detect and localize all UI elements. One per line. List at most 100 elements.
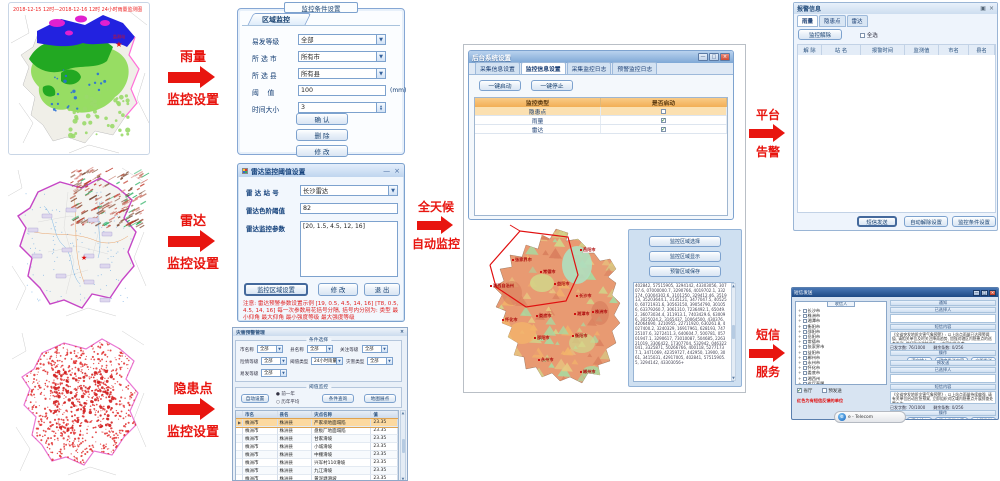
threshold-input[interactable]: 100 xyxy=(298,85,386,96)
start-checkbox-icon[interactable] xyxy=(661,118,666,123)
pre-send-box-icon[interactable] xyxy=(822,388,827,393)
backend-table-row[interactable]: 雷达 xyxy=(475,125,727,134)
minimize-icon[interactable]: — xyxy=(698,53,708,61)
modify-button[interactable]: 修 改 xyxy=(318,283,358,296)
county-select[interactable]: 所有县▼ xyxy=(298,68,386,79)
province-office-checkbox[interactable]: 省厅 xyxy=(797,389,812,394)
expand-icon[interactable]: + xyxy=(798,318,802,323)
selected-people-box[interactable] xyxy=(890,314,996,323)
hazard-table-row[interactable]: 株洲市株洲县盘板厂地面塌陷23.35 xyxy=(236,427,398,435)
start-checkbox-icon[interactable] xyxy=(661,109,666,114)
backend-table-row[interactable]: 雨量 xyxy=(475,116,727,125)
susceptibility-select[interactable]: 全部▼ xyxy=(261,369,287,377)
modify-button[interactable]: 修 改 xyxy=(296,145,348,157)
level-select[interactable]: 全部▼ xyxy=(298,34,386,45)
tab-collect-log[interactable]: 采集监控日志 xyxy=(567,62,612,74)
recipient-checkbox-icon[interactable] xyxy=(803,335,807,339)
recipient-checkbox-icon[interactable] xyxy=(803,319,807,323)
hazard-table-row[interactable]: ▶株洲市株洲县严家坝地面塌陷23.35 xyxy=(236,419,398,427)
radar-station-select[interactable]: 长沙雷达▼ xyxy=(300,185,398,196)
query-button[interactable]: 条件查询 xyxy=(322,394,354,403)
select-all-box-icon[interactable] xyxy=(860,33,865,38)
release-monitor-button[interactable]: 监控解除 xyxy=(798,29,842,40)
minimize-icon[interactable]: — xyxy=(973,290,980,296)
city-filter-select[interactable]: 全部▼ xyxy=(257,345,283,353)
radar-params-textarea[interactable]: [20, 1.5, 4.5, 12, 16] xyxy=(300,221,398,277)
tab-monitor-settings[interactable]: 监控信息设置 xyxy=(521,62,566,74)
tab-radar[interactable]: 雷达 xyxy=(847,15,868,27)
warning-region-save-button[interactable]: 预警区域保存 xyxy=(649,266,721,277)
confirm-content-button[interactable]: 确定发送内容 xyxy=(935,417,968,420)
tab-hazard-point[interactable]: 隐患点 xyxy=(819,15,846,27)
monitor-region-show-button[interactable]: 监控区域显示 xyxy=(649,251,721,262)
spinner-arrows-icon[interactable]: ▲▼ xyxy=(376,103,385,112)
expand-icon[interactable]: + xyxy=(798,324,802,329)
tab-collect-settings[interactable]: 采集信息设置 xyxy=(475,62,520,74)
recipient-checkbox-icon[interactable] xyxy=(803,309,807,313)
expand-icon[interactable]: + xyxy=(798,350,802,355)
exit-button[interactable]: 退 出 xyxy=(364,283,400,296)
recipient-tree-item[interactable]: +省厅直属 xyxy=(798,381,884,385)
hazard-table-row[interactable]: 株洲市株洲县黄泥塘滑坡23.35 xyxy=(236,475,398,481)
expand-icon[interactable]: + xyxy=(798,376,802,381)
select-all-checkbox[interactable]: 全选 xyxy=(860,31,878,39)
taskbar-item[interactable]: e e - Telecom xyxy=(834,411,906,423)
pre-send-checkbox[interactable]: 预发送 xyxy=(822,389,842,394)
monitor-region-settings-button[interactable]: 监控区域设置 xyxy=(244,283,308,296)
expand-icon[interactable]: + xyxy=(798,381,802,385)
hazard-table-row[interactable]: 株洲市株洲县甘家滑坡23.35 xyxy=(236,435,398,443)
color-threshold-input[interactable]: 82 xyxy=(300,203,398,214)
tab-warning-log[interactable]: 预警监控日志 xyxy=(612,62,657,74)
radio-last-year[interactable]: ● 前一年 xyxy=(276,391,295,397)
recipient-checkbox-icon[interactable] xyxy=(803,340,807,344)
hazard-table-row[interactable]: 株洲市株洲县中棚滑坡23.35 xyxy=(236,451,398,459)
scroll-down-icon[interactable]: ▼ xyxy=(402,477,405,481)
pin-icon[interactable]: ▣ xyxy=(980,5,986,12)
hazard-table-row[interactable]: 株洲市株洲县兴军村110滑坡23.35 xyxy=(236,459,398,467)
clear-input-button[interactable]: 清空输入 xyxy=(907,417,932,420)
dropdown-arrow-icon[interactable]: ▼ xyxy=(376,52,385,61)
expand-icon[interactable]: + xyxy=(798,370,802,375)
close-icon[interactable]: × xyxy=(400,330,404,335)
close-icon[interactable]: × xyxy=(720,53,730,61)
selected-people-box[interactable] xyxy=(890,374,996,383)
recipient-checkbox-icon[interactable] xyxy=(803,377,807,381)
auto-release-settings-button[interactable]: 自动解除设置 xyxy=(904,216,948,227)
send-now-button[interactable]: 立即发送 xyxy=(971,417,996,420)
recipient-checkbox-icon[interactable] xyxy=(803,325,807,329)
stop-all-button[interactable]: 一键停止 xyxy=(531,80,573,91)
coord-scrollbar[interactable]: ▲▼ xyxy=(731,283,736,381)
county-filter-select[interactable]: 全部▼ xyxy=(307,345,333,353)
disaster-type-select[interactable]: 全部▼ xyxy=(367,357,393,365)
tab-rain[interactable]: 雨量 xyxy=(797,15,818,27)
scroll-up-icon[interactable]: ▲ xyxy=(732,284,735,288)
close-icon[interactable]: × xyxy=(394,167,400,175)
monitor-region-select-button[interactable]: 监控区域选择 xyxy=(649,236,721,247)
recipient-checkbox-icon[interactable] xyxy=(803,351,807,355)
threshold-type-select[interactable]: 24小时雨量▼ xyxy=(311,357,343,365)
scroll-down-icon[interactable]: ▼ xyxy=(732,376,735,380)
recipient-checkbox-icon[interactable] xyxy=(803,371,807,375)
province-office-box-icon[interactable] xyxy=(797,388,802,393)
map-plot-button[interactable]: 地图展点 xyxy=(364,394,396,403)
start-all-button[interactable]: 一键启动 xyxy=(479,80,521,91)
sms-message-textarea[interactable]: 《全省突发地质灾害气象预警》: 以上站点雨量持续偏强, 请有关单位启动应急预案,… xyxy=(890,391,996,404)
recipient-checkbox-icon[interactable] xyxy=(803,345,807,349)
scroll-thumb[interactable] xyxy=(732,325,735,339)
city-select[interactable]: 所有市▼ xyxy=(298,51,386,62)
delete-button[interactable]: 删 除 xyxy=(296,129,348,141)
recipient-checkbox-icon[interactable] xyxy=(803,314,807,318)
dropdown-arrow-icon[interactable]: ▼ xyxy=(388,186,397,195)
expand-icon[interactable]: + xyxy=(798,344,802,349)
scroll-thumb[interactable] xyxy=(402,439,405,453)
scroll-up-icon[interactable]: ▲ xyxy=(402,411,405,415)
auto-set-button[interactable]: 自动设置 xyxy=(241,394,269,403)
time-size-spinner[interactable]: 3 ▲▼ xyxy=(298,102,386,113)
recipient-checkbox-icon[interactable] xyxy=(803,366,807,370)
hazard-table-scrollbar[interactable]: ▲▼ xyxy=(400,410,406,481)
recipient-checkbox-icon[interactable] xyxy=(803,356,807,360)
close-icon[interactable]: × xyxy=(989,290,996,296)
hazard-table-row[interactable]: 株洲市株洲县小城滑坡23.35 xyxy=(236,443,398,451)
region-coords-textarea[interactable]: 402842, 57515905, 3294142, 43303056, 307… xyxy=(633,282,734,382)
danger-level-select[interactable]: 全部▼ xyxy=(261,357,287,365)
